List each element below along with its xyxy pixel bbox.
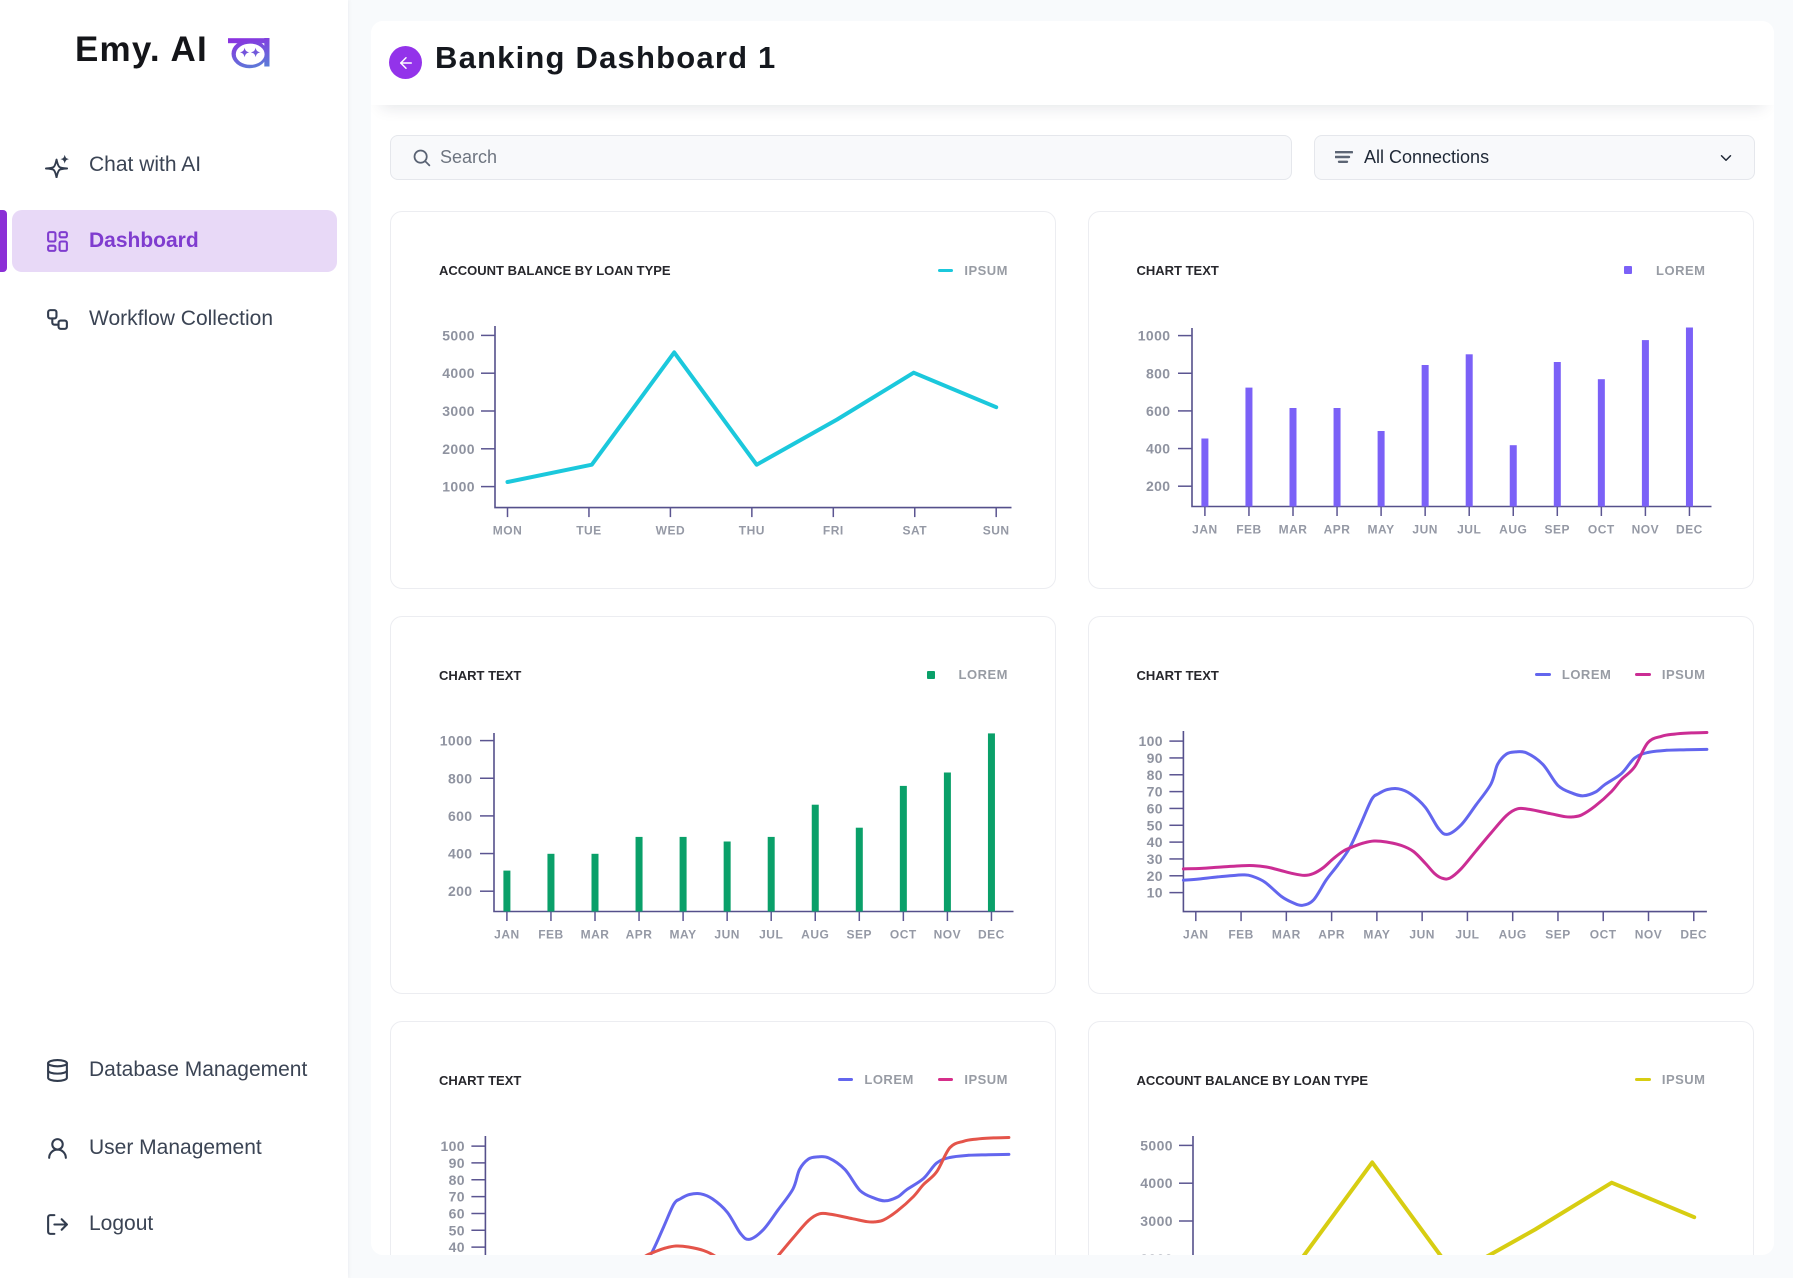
svg-text:50: 50 [449,1222,465,1238]
svg-text:NOV: NOV [1634,927,1662,941]
svg-text:3000: 3000 [1140,1213,1173,1229]
svg-text:600: 600 [448,807,473,823]
svg-text:400: 400 [1145,441,1170,457]
svg-text:MAR: MAR [1278,523,1307,537]
svg-text:80: 80 [1146,766,1162,782]
svg-text:THU: THU [739,524,765,538]
svg-text:SEP: SEP [1544,523,1570,537]
svg-text:100: 100 [440,1138,465,1154]
svg-text:DEC: DEC [978,927,1005,941]
svg-text:JUL: JUL [1455,927,1479,941]
svg-text:SUN: SUN [983,524,1010,538]
svg-text:DEC: DEC [1676,523,1703,537]
svg-text:APR: APR [1318,927,1345,941]
svg-text:TUE: TUE [576,524,602,538]
svg-text:600: 600 [1145,403,1170,419]
svg-text:200: 200 [448,883,473,899]
svg-text:4000: 4000 [442,365,475,381]
svg-text:APR: APR [1323,523,1350,537]
svg-text:2000: 2000 [1140,1250,1173,1255]
svg-text:MAY: MAY [1367,523,1394,537]
svg-text:JUL: JUL [1457,523,1481,537]
svg-text:MAR: MAR [581,927,610,941]
svg-text:NOV: NOV [934,927,962,941]
svg-text:JAN: JAN [494,927,520,941]
svg-text:100: 100 [1138,733,1163,749]
svg-text:70: 70 [1146,783,1162,799]
svg-text:5000: 5000 [1140,1137,1173,1153]
svg-text:JAN: JAN [1183,927,1209,941]
svg-text:SEP: SEP [1545,927,1571,941]
svg-text:SAT: SAT [902,524,927,538]
svg-text:40: 40 [1146,834,1162,850]
svg-text:MAR: MAR [1271,927,1300,941]
svg-text:MON: MON [493,524,523,538]
svg-text:MAY: MAY [1363,927,1390,941]
svg-text:5000: 5000 [442,327,475,343]
svg-text:FRI: FRI [823,524,844,538]
svg-text:4000: 4000 [1140,1175,1173,1191]
svg-text:10: 10 [1146,884,1162,900]
svg-text:DEC: DEC [1680,927,1707,941]
svg-text:AUG: AUG [1498,927,1526,941]
svg-text:JUN: JUN [1409,927,1435,941]
svg-text:90: 90 [1146,749,1162,765]
svg-text:JUL: JUL [759,927,783,941]
svg-text:OCT: OCT [1587,523,1614,537]
svg-text:FEB: FEB [538,927,564,941]
svg-text:WED: WED [656,524,686,538]
svg-text:90: 90 [449,1154,465,1170]
svg-text:SEP: SEP [847,927,873,941]
svg-text:OCT: OCT [890,927,917,941]
svg-text:APR: APR [626,927,653,941]
svg-text:3000: 3000 [442,403,475,419]
svg-text:MAY: MAY [670,927,697,941]
svg-text:1000: 1000 [440,732,473,748]
svg-text:JAN: JAN [1192,523,1218,537]
svg-text:800: 800 [448,770,473,786]
svg-text:FEB: FEB [1236,523,1262,537]
svg-text:JUN: JUN [714,927,740,941]
svg-text:40: 40 [449,1239,465,1255]
svg-text:60: 60 [1146,800,1162,816]
svg-text:1000: 1000 [1137,328,1170,344]
svg-text:800: 800 [1145,365,1170,381]
svg-text:AUG: AUG [801,927,829,941]
svg-text:400: 400 [448,845,473,861]
svg-text:200: 200 [1145,478,1170,494]
svg-text:OCT: OCT [1589,927,1616,941]
svg-text:NOV: NOV [1631,523,1659,537]
svg-text:2000: 2000 [442,441,475,457]
svg-text:20: 20 [1146,867,1162,883]
svg-text:70: 70 [449,1188,465,1204]
svg-text:1000: 1000 [442,479,475,495]
svg-text:80: 80 [449,1171,465,1187]
svg-text:50: 50 [1146,817,1162,833]
svg-text:AUG: AUG [1499,523,1527,537]
svg-text:FEB: FEB [1228,927,1254,941]
svg-text:30: 30 [1146,850,1162,866]
svg-text:JUN: JUN [1412,523,1438,537]
svg-text:60: 60 [449,1205,465,1221]
